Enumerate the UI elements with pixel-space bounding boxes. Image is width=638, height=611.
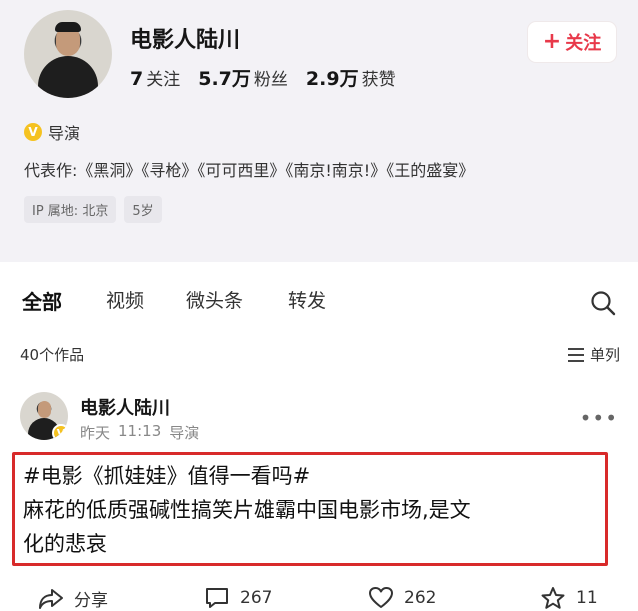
- stat-fans-label: 粉丝: [253, 70, 288, 90]
- comment-icon: [206, 588, 228, 608]
- profile-chips: IP 属地: 北京 5岁: [24, 196, 162, 223]
- post-time: 11:13: [118, 422, 162, 440]
- stat-likes-label: 获赞: [361, 70, 396, 90]
- follow-button[interactable]: + 关注: [528, 22, 616, 62]
- post-author-avatar[interactable]: V: [20, 392, 68, 440]
- stat-following-count: 7: [130, 68, 144, 90]
- works-count-row: 40个作品 单列: [20, 344, 620, 366]
- search-icon[interactable]: [590, 290, 616, 316]
- works-count: 40个作品: [20, 346, 85, 364]
- comment-button[interactable]: 267: [204, 586, 272, 610]
- stat-fans[interactable]: 5.7万 粉丝: [198, 64, 288, 91]
- profile-works: 代表作:《黑洞》《寻枪》《可可西里》《南京!南京!》《王的盛宴》: [24, 161, 475, 180]
- post-author-name[interactable]: 电影人陆川: [80, 394, 170, 420]
- like-button[interactable]: 262: [368, 586, 436, 610]
- profile-stats: 7 关注 5.7万 粉丝 2.9万 获赞: [130, 64, 396, 91]
- account-age-chip: 5岁: [124, 196, 162, 223]
- post-text-line: 化的悲哀: [23, 532, 107, 556]
- tab-video[interactable]: 视频: [106, 286, 144, 313]
- stat-fans-count: 5.7万: [198, 68, 251, 90]
- profile-name: 电影人陆川: [130, 28, 241, 53]
- heart-icon: [369, 587, 393, 608]
- verified-badge-icon: V: [52, 424, 68, 440]
- post-topic-line: #电影《抓娃娃》值得一看吗#: [23, 464, 311, 488]
- post-meta: 昨天 11:13 导演: [80, 422, 199, 443]
- tab-micro-headline[interactable]: 微头条: [186, 286, 243, 313]
- like-count: 262: [404, 588, 437, 608]
- post-author-role: 导演: [169, 424, 200, 442]
- layout-label: 单列: [589, 346, 620, 364]
- comment-count: 267: [240, 588, 273, 608]
- post-actions: 分享 267 262 11: [0, 582, 638, 611]
- stat-likes-count: 2.9万: [305, 68, 359, 90]
- profile-header: 电影人陆川 + 关注 7 关注 5.7万 粉丝 2.9万 获赞 V 导演 代表作…: [0, 0, 638, 262]
- stat-following[interactable]: 7 关注: [130, 65, 180, 90]
- profile-role-label: 导演: [48, 124, 81, 143]
- star-icon: [541, 587, 565, 609]
- share-icon: [39, 588, 63, 609]
- post-text-line: 麻花的低质强碱性搞笑片雄霸中国电影市场,是文: [23, 498, 471, 522]
- profile-role: V 导演: [24, 120, 80, 144]
- post-header: V 电影人陆川 昨天 11:13 导演 •••: [20, 392, 620, 448]
- verified-badge-icon: V: [24, 123, 42, 141]
- tab-repost[interactable]: 转发: [288, 286, 326, 313]
- plus-icon: +: [542, 29, 562, 54]
- list-layout-icon: [567, 347, 584, 362]
- favorite-count: 11: [576, 588, 598, 608]
- more-options-icon[interactable]: •••: [580, 406, 618, 430]
- share-label: 分享: [74, 591, 108, 611]
- ip-location-chip: IP 属地: 北京: [24, 196, 117, 223]
- content-tabs: 全部 视频 微头条 转发: [0, 278, 638, 322]
- favorite-button[interactable]: 11: [540, 586, 598, 610]
- layout-toggle-button[interactable]: 单列: [567, 344, 620, 365]
- follow-label: 关注: [565, 33, 602, 54]
- tab-all[interactable]: 全部: [22, 286, 62, 315]
- profile-avatar[interactable]: [24, 10, 112, 98]
- post-date: 昨天: [80, 424, 111, 442]
- stat-following-label: 关注: [146, 70, 181, 90]
- share-button[interactable]: 分享: [38, 586, 108, 611]
- post-body[interactable]: #电影《抓娃娃》值得一看吗# 麻花的低质强碱性搞笑片雄霸中国电影市场,是文 化的…: [12, 452, 608, 566]
- stat-likes[interactable]: 2.9万 获赞: [306, 64, 396, 91]
